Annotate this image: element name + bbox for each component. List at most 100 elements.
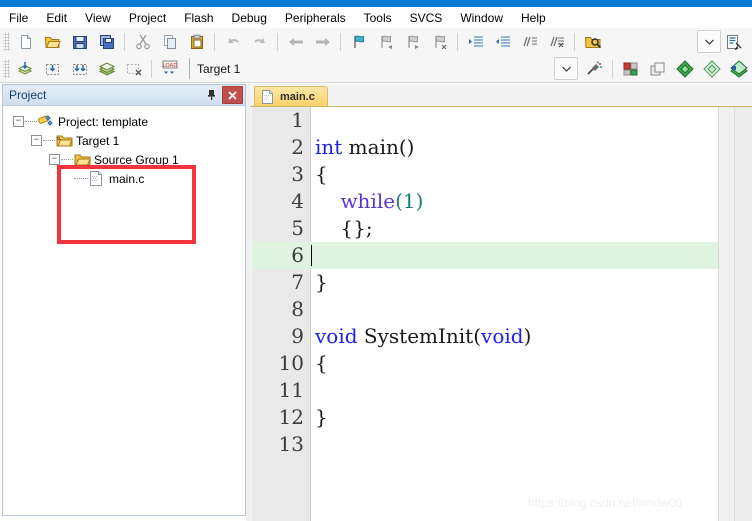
code-text: { — [315, 162, 328, 186]
editor-vertical-scrollbar[interactable] — [718, 107, 735, 521]
tree-connector — [61, 158, 73, 161]
menu-item-project[interactable]: Project — [120, 8, 175, 28]
menu-item-debug[interactable]: Debug — [223, 8, 276, 28]
code-line[interactable]: 2 int main() — [252, 134, 718, 161]
code-line[interactable]: 5 {}; — [252, 215, 718, 242]
menu-item-file[interactable]: File — [0, 8, 37, 28]
bookmark-next-icon[interactable] — [400, 30, 425, 54]
stop-build-icon[interactable] — [121, 57, 146, 81]
tree-node-target[interactable]: − Target 1 — [3, 131, 245, 150]
menu-item-svcs[interactable]: SVCS — [401, 8, 452, 28]
uncomment-icon[interactable] — [544, 30, 569, 54]
code-line[interactable]: 12} — [252, 404, 718, 431]
menu-item-flash[interactable]: Flash — [175, 8, 222, 28]
svg-text:LOAD: LOAD — [162, 63, 177, 69]
save-icon[interactable] — [67, 30, 92, 54]
manage-runtime-icon[interactable] — [672, 57, 697, 81]
toolbar-grip[interactable] — [3, 59, 10, 78]
comment-icon[interactable] — [517, 30, 542, 54]
tree-node-label: main.c — [109, 171, 145, 186]
code-line[interactable]: 4 while(1) — [252, 188, 718, 215]
code-line[interactable]: 13 — [252, 431, 718, 458]
menu-item-edit[interactable]: Edit — [37, 8, 76, 28]
combo-arrow-icon[interactable] — [554, 57, 578, 80]
editor-area: main.c 1 2 int main() 3{4 while(1) 5 {}; 6 7} 8… — [250, 84, 752, 521]
tree-connector — [25, 120, 37, 123]
code-line[interactable]: 3{ — [252, 161, 718, 188]
line-number: 9 — [291, 324, 304, 348]
line-number: 6 — [291, 243, 304, 267]
tree-node-main-c[interactable]: main.c — [3, 169, 245, 188]
expander-icon[interactable]: − — [13, 116, 24, 127]
line-number: 4 — [291, 189, 304, 213]
toolbar-grip[interactable] — [3, 32, 10, 51]
manage-components-icon[interactable] — [618, 57, 643, 81]
tree-node-project[interactable]: − Project: template — [3, 112, 245, 131]
pack-manager-icon[interactable] — [699, 57, 724, 81]
line-number: 3 — [291, 162, 304, 186]
combo-arrow-icon[interactable] — [697, 30, 721, 53]
toolbar-separator — [574, 32, 575, 51]
navigate-back-icon[interactable] — [283, 30, 308, 54]
redo-icon[interactable] — [247, 30, 272, 54]
code-line[interactable]: 10 { — [252, 350, 718, 377]
code-line[interactable]: 6 — [252, 242, 718, 269]
copy-icon[interactable] — [157, 30, 182, 54]
code-text: void SystemInit(void) — [315, 324, 532, 348]
toolbar-separator — [340, 32, 341, 51]
rebuild-icon[interactable] — [67, 57, 92, 81]
menu-item-help[interactable]: Help — [512, 8, 555, 28]
target-select[interactable]: Target 1 — [189, 58, 304, 79]
paste-icon[interactable] — [184, 30, 209, 54]
editor-right-margin — [734, 107, 752, 521]
code-line[interactable]: 7} — [252, 269, 718, 296]
menu-item-peripherals[interactable]: Peripherals — [276, 8, 355, 28]
navigate-forward-icon[interactable] — [310, 30, 335, 54]
download-icon[interactable]: LOAD — [157, 57, 182, 81]
line-number: 5 — [291, 216, 304, 240]
code-line[interactable]: 9 void SystemInit(void) — [252, 323, 718, 350]
new-file-icon[interactable] — [13, 30, 38, 54]
translate-icon[interactable] — [13, 57, 38, 81]
pin-icon[interactable] — [202, 87, 221, 103]
outdent-icon[interactable] — [490, 30, 515, 54]
cut-icon[interactable] — [130, 30, 155, 54]
code-text: while(1) — [340, 189, 424, 213]
bookmark-prev-icon[interactable] — [373, 30, 398, 54]
project-panel-title: Project — [9, 88, 47, 102]
expander-icon[interactable]: − — [49, 154, 60, 165]
code-lines: 1 2 int main() 3{4 while(1) 5 {}; 6 7} 8 9 void S… — [252, 107, 718, 521]
close-icon[interactable] — [222, 86, 243, 104]
folder-icon — [74, 152, 91, 167]
code-line[interactable]: 1 — [252, 107, 718, 134]
menu-item-tools[interactable]: Tools — [355, 8, 401, 28]
build-icon[interactable] — [40, 57, 65, 81]
expander-icon[interactable]: − — [31, 135, 42, 146]
code-editor[interactable]: 1 2 int main() 3{4 while(1) 5 {}; 6 7} 8 9 void S… — [252, 107, 718, 521]
menu-bar: File Edit View Project Flash Debug Peripherals… — [0, 7, 752, 29]
editor-tab-main-c[interactable]: main.c — [254, 86, 328, 106]
pack-installer-icon[interactable] — [645, 57, 670, 81]
tree-node-source-group[interactable]: − Source Group 1 — [3, 150, 245, 169]
code-line[interactable]: 8 — [252, 296, 718, 323]
target-options-icon[interactable] — [582, 57, 607, 81]
bookmark-clear-icon[interactable] — [427, 30, 452, 54]
find-in-files-icon[interactable] — [580, 30, 605, 54]
bookmark-toggle-icon[interactable] — [346, 30, 371, 54]
configure-icon[interactable] — [722, 30, 747, 54]
menu-item-view[interactable]: View — [76, 8, 120, 28]
tree-connector — [43, 139, 55, 142]
undo-icon[interactable] — [220, 30, 245, 54]
project-panel: Project − Project: template − Target 1 −… — [2, 84, 246, 516]
toolbar-separator — [612, 59, 613, 78]
open-file-icon[interactable] — [40, 30, 65, 54]
line-number: 8 — [291, 297, 304, 321]
indent-icon[interactable] — [463, 30, 488, 54]
code-line[interactable]: 11 — [252, 377, 718, 404]
pack-manager-icon[interactable] — [726, 57, 751, 81]
line-number: 10 — [278, 351, 304, 375]
batch-build-icon[interactable] — [94, 57, 119, 81]
save-all-icon[interactable] — [94, 30, 119, 54]
c-file-icon — [261, 89, 274, 104]
menu-item-window[interactable]: Window — [451, 8, 512, 28]
